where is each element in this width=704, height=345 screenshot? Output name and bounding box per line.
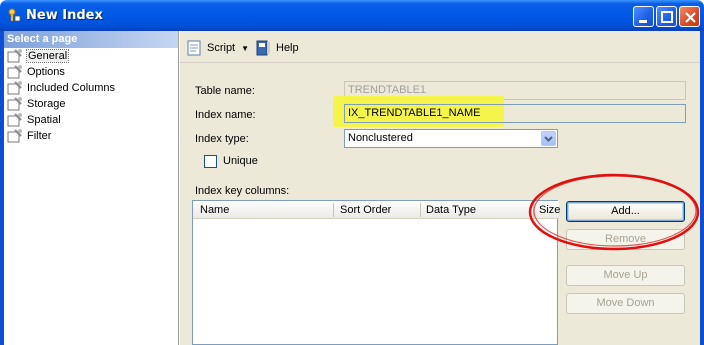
chevron-down-icon xyxy=(544,136,553,142)
minimize-icon xyxy=(639,20,647,23)
page-item-label: Filter xyxy=(27,130,52,142)
key-columns-label: Index key columns: xyxy=(195,185,290,197)
page-selector-header: Select a page xyxy=(4,31,178,48)
script-label: Script xyxy=(207,42,236,54)
wrench-page-icon xyxy=(7,113,22,127)
index-type-select[interactable]: Nonclustered xyxy=(344,129,558,148)
page-item-label: Spatial xyxy=(27,114,61,126)
page-selector: Select a page General Options Included C… xyxy=(4,31,179,345)
index-name-field[interactable]: IX_TRENDTABLE1_NAME xyxy=(344,104,686,123)
wrench-page-icon xyxy=(7,81,22,95)
column-header-name[interactable]: Name xyxy=(200,204,229,216)
help-label: Help xyxy=(276,42,299,54)
unique-label: Unique xyxy=(223,155,258,167)
column-divider[interactable] xyxy=(420,203,421,217)
help-book-icon xyxy=(256,40,270,56)
wrench-page-icon xyxy=(7,65,22,79)
toolbar: Script ▼ Help xyxy=(180,31,700,63)
index-type-value: Nonclustered xyxy=(348,132,413,144)
table-name-label: Table name: xyxy=(195,85,255,97)
dropdown-arrow-button[interactable] xyxy=(541,131,556,146)
move-down-button[interactable]: Move Down xyxy=(566,293,685,314)
page-item-storage[interactable]: Storage xyxy=(4,96,178,112)
column-header-sort-order[interactable]: Sort Order xyxy=(340,204,391,216)
window-title: New Index xyxy=(26,8,103,23)
column-divider[interactable] xyxy=(333,203,334,217)
close-icon xyxy=(685,12,696,23)
grid-header: Name Sort Order Data Type Size xyxy=(193,201,560,219)
script-icon xyxy=(187,40,201,56)
move-up-button[interactable]: Move Up xyxy=(566,265,685,286)
minimize-button[interactable] xyxy=(633,6,654,27)
page-item-label: General xyxy=(25,49,70,63)
index-name-label: Index name: xyxy=(195,109,256,121)
wrench-page-icon xyxy=(7,129,22,143)
close-button[interactable] xyxy=(679,6,700,27)
wrench-page-icon xyxy=(7,97,22,111)
page-item-label: Storage xyxy=(27,98,66,110)
index-type-label: Index type: xyxy=(195,133,249,145)
page-item-label: Options xyxy=(27,66,65,78)
index-icon xyxy=(8,8,21,22)
title-bar[interactable]: New Index xyxy=(0,0,704,31)
page-item-general[interactable]: General xyxy=(4,48,178,64)
unique-checkbox[interactable] xyxy=(204,155,217,168)
page-item-included-columns[interactable]: Included Columns xyxy=(4,80,178,96)
key-columns-grid[interactable]: Name Sort Order Data Type Size xyxy=(192,200,560,345)
page-item-spatial[interactable]: Spatial xyxy=(4,112,178,128)
red-annotation-circle xyxy=(528,173,700,251)
help-button[interactable]: Help xyxy=(255,40,299,56)
maximize-button[interactable] xyxy=(656,6,677,27)
page-item-options[interactable]: Options xyxy=(4,64,178,80)
maximize-icon xyxy=(661,11,673,23)
dropdown-arrow-icon[interactable]: ▼ xyxy=(241,44,249,53)
wrench-page-icon xyxy=(7,49,22,63)
page-item-filter[interactable]: Filter xyxy=(4,128,178,144)
column-header-data-type[interactable]: Data Type xyxy=(426,204,476,216)
page-item-label: Included Columns xyxy=(27,82,116,94)
script-button[interactable]: Script ▼ xyxy=(186,40,249,56)
